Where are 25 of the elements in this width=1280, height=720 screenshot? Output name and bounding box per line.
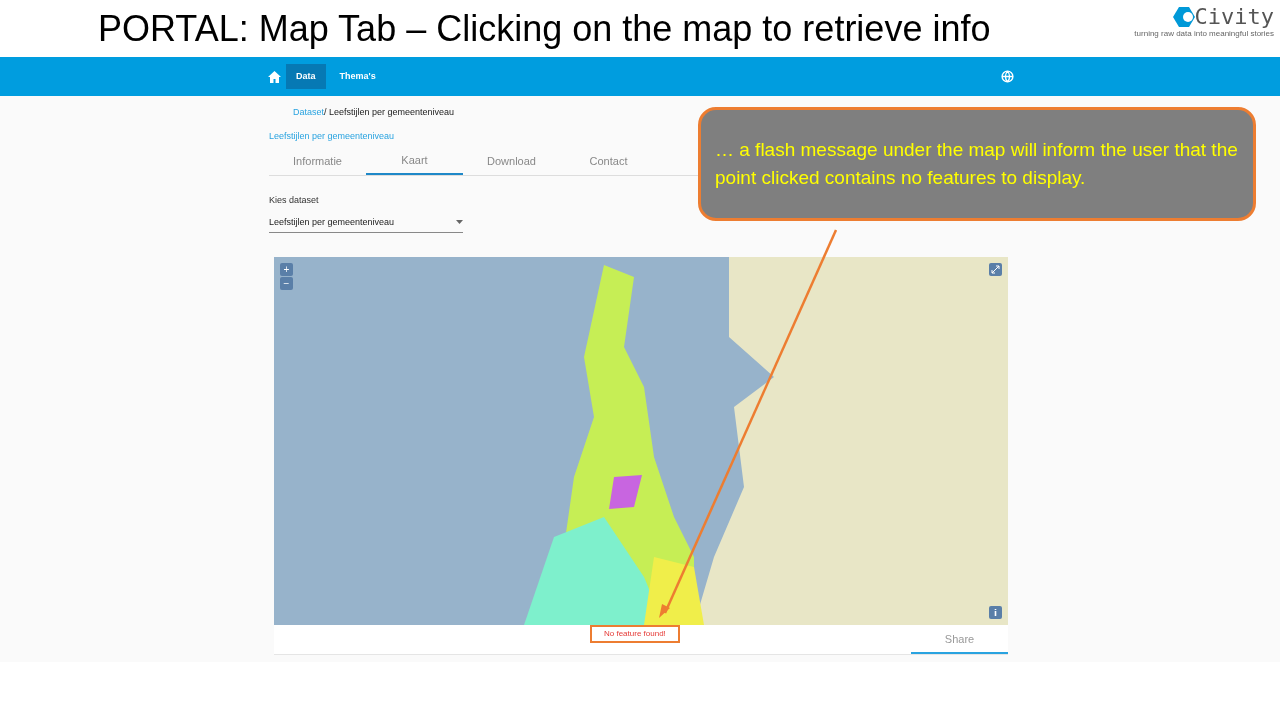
dataset-dropdown[interactable]: Leefstijlen per gemeenteniveau bbox=[269, 215, 463, 233]
globe-icon[interactable] bbox=[1001, 70, 1014, 83]
tab[interactable]: Contact bbox=[560, 147, 657, 175]
map[interactable]: + − bbox=[274, 257, 1008, 625]
info-icon[interactable] bbox=[989, 606, 1002, 619]
nav-item[interactable]: Data bbox=[286, 63, 326, 90]
breadcrumb-current: / Leefstijlen per gemeenteniveau bbox=[324, 107, 455, 117]
share-tab[interactable]: Share bbox=[911, 626, 1008, 654]
slide-title: PORTAL: Map Tab – Clicking on the map to retrieve info bbox=[98, 6, 991, 51]
tab[interactable]: Download bbox=[463, 147, 560, 175]
caret-icon bbox=[456, 220, 463, 225]
zoom-in-button[interactable]: + bbox=[280, 263, 293, 276]
nav-item[interactable]: Thema's bbox=[329, 63, 386, 90]
logo-name: Civity bbox=[1194, 6, 1274, 28]
select-label: Kies dataset bbox=[269, 194, 319, 207]
zoom-out-button[interactable]: − bbox=[280, 277, 293, 290]
tab[interactable]: Kaart bbox=[366, 147, 463, 175]
tab[interactable]: Informatie bbox=[269, 147, 366, 175]
callout: … a flash message under the map will inform the user that the point clicked contains no features to display. bbox=[698, 107, 1256, 221]
logo-tagline: turning raw data into meaningful stories bbox=[1134, 28, 1274, 40]
logo-icon bbox=[1172, 7, 1195, 27]
dataset-title: Leefstijlen per gemeenteniveau bbox=[269, 129, 395, 143]
flash-message: No feature found! bbox=[590, 625, 680, 643]
home-icon[interactable] bbox=[268, 70, 281, 83]
fullscreen-icon[interactable] bbox=[989, 263, 1002, 276]
